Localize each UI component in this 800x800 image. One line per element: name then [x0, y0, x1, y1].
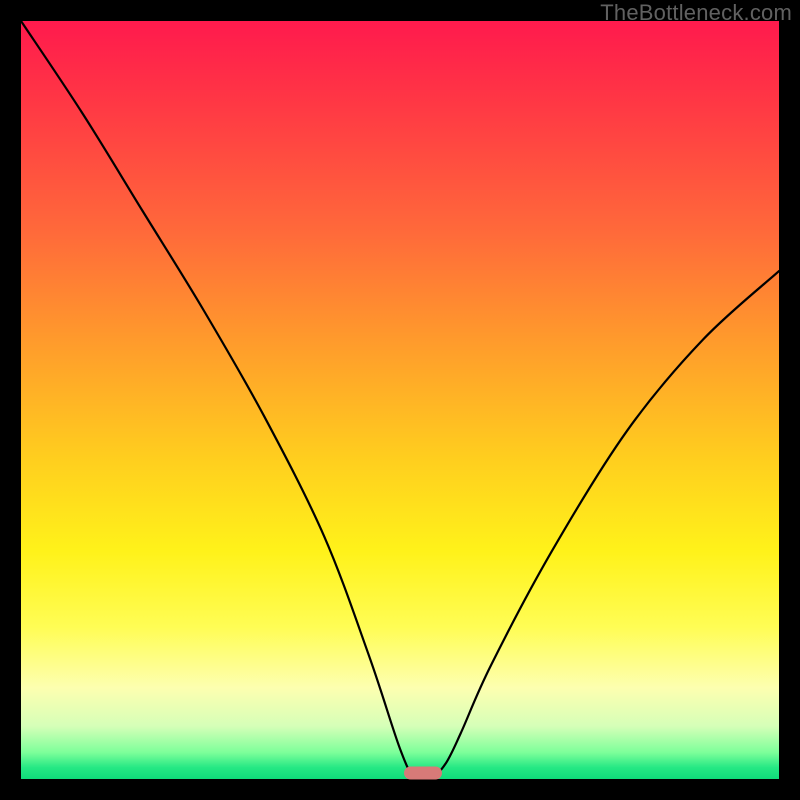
valley-marker: [404, 766, 442, 779]
watermark-text: TheBottleneck.com: [600, 0, 792, 26]
bottleneck-curve: [21, 21, 779, 779]
chart-frame: TheBottleneck.com: [0, 0, 800, 800]
curve-path: [21, 21, 779, 782]
plot-area: [21, 21, 779, 779]
